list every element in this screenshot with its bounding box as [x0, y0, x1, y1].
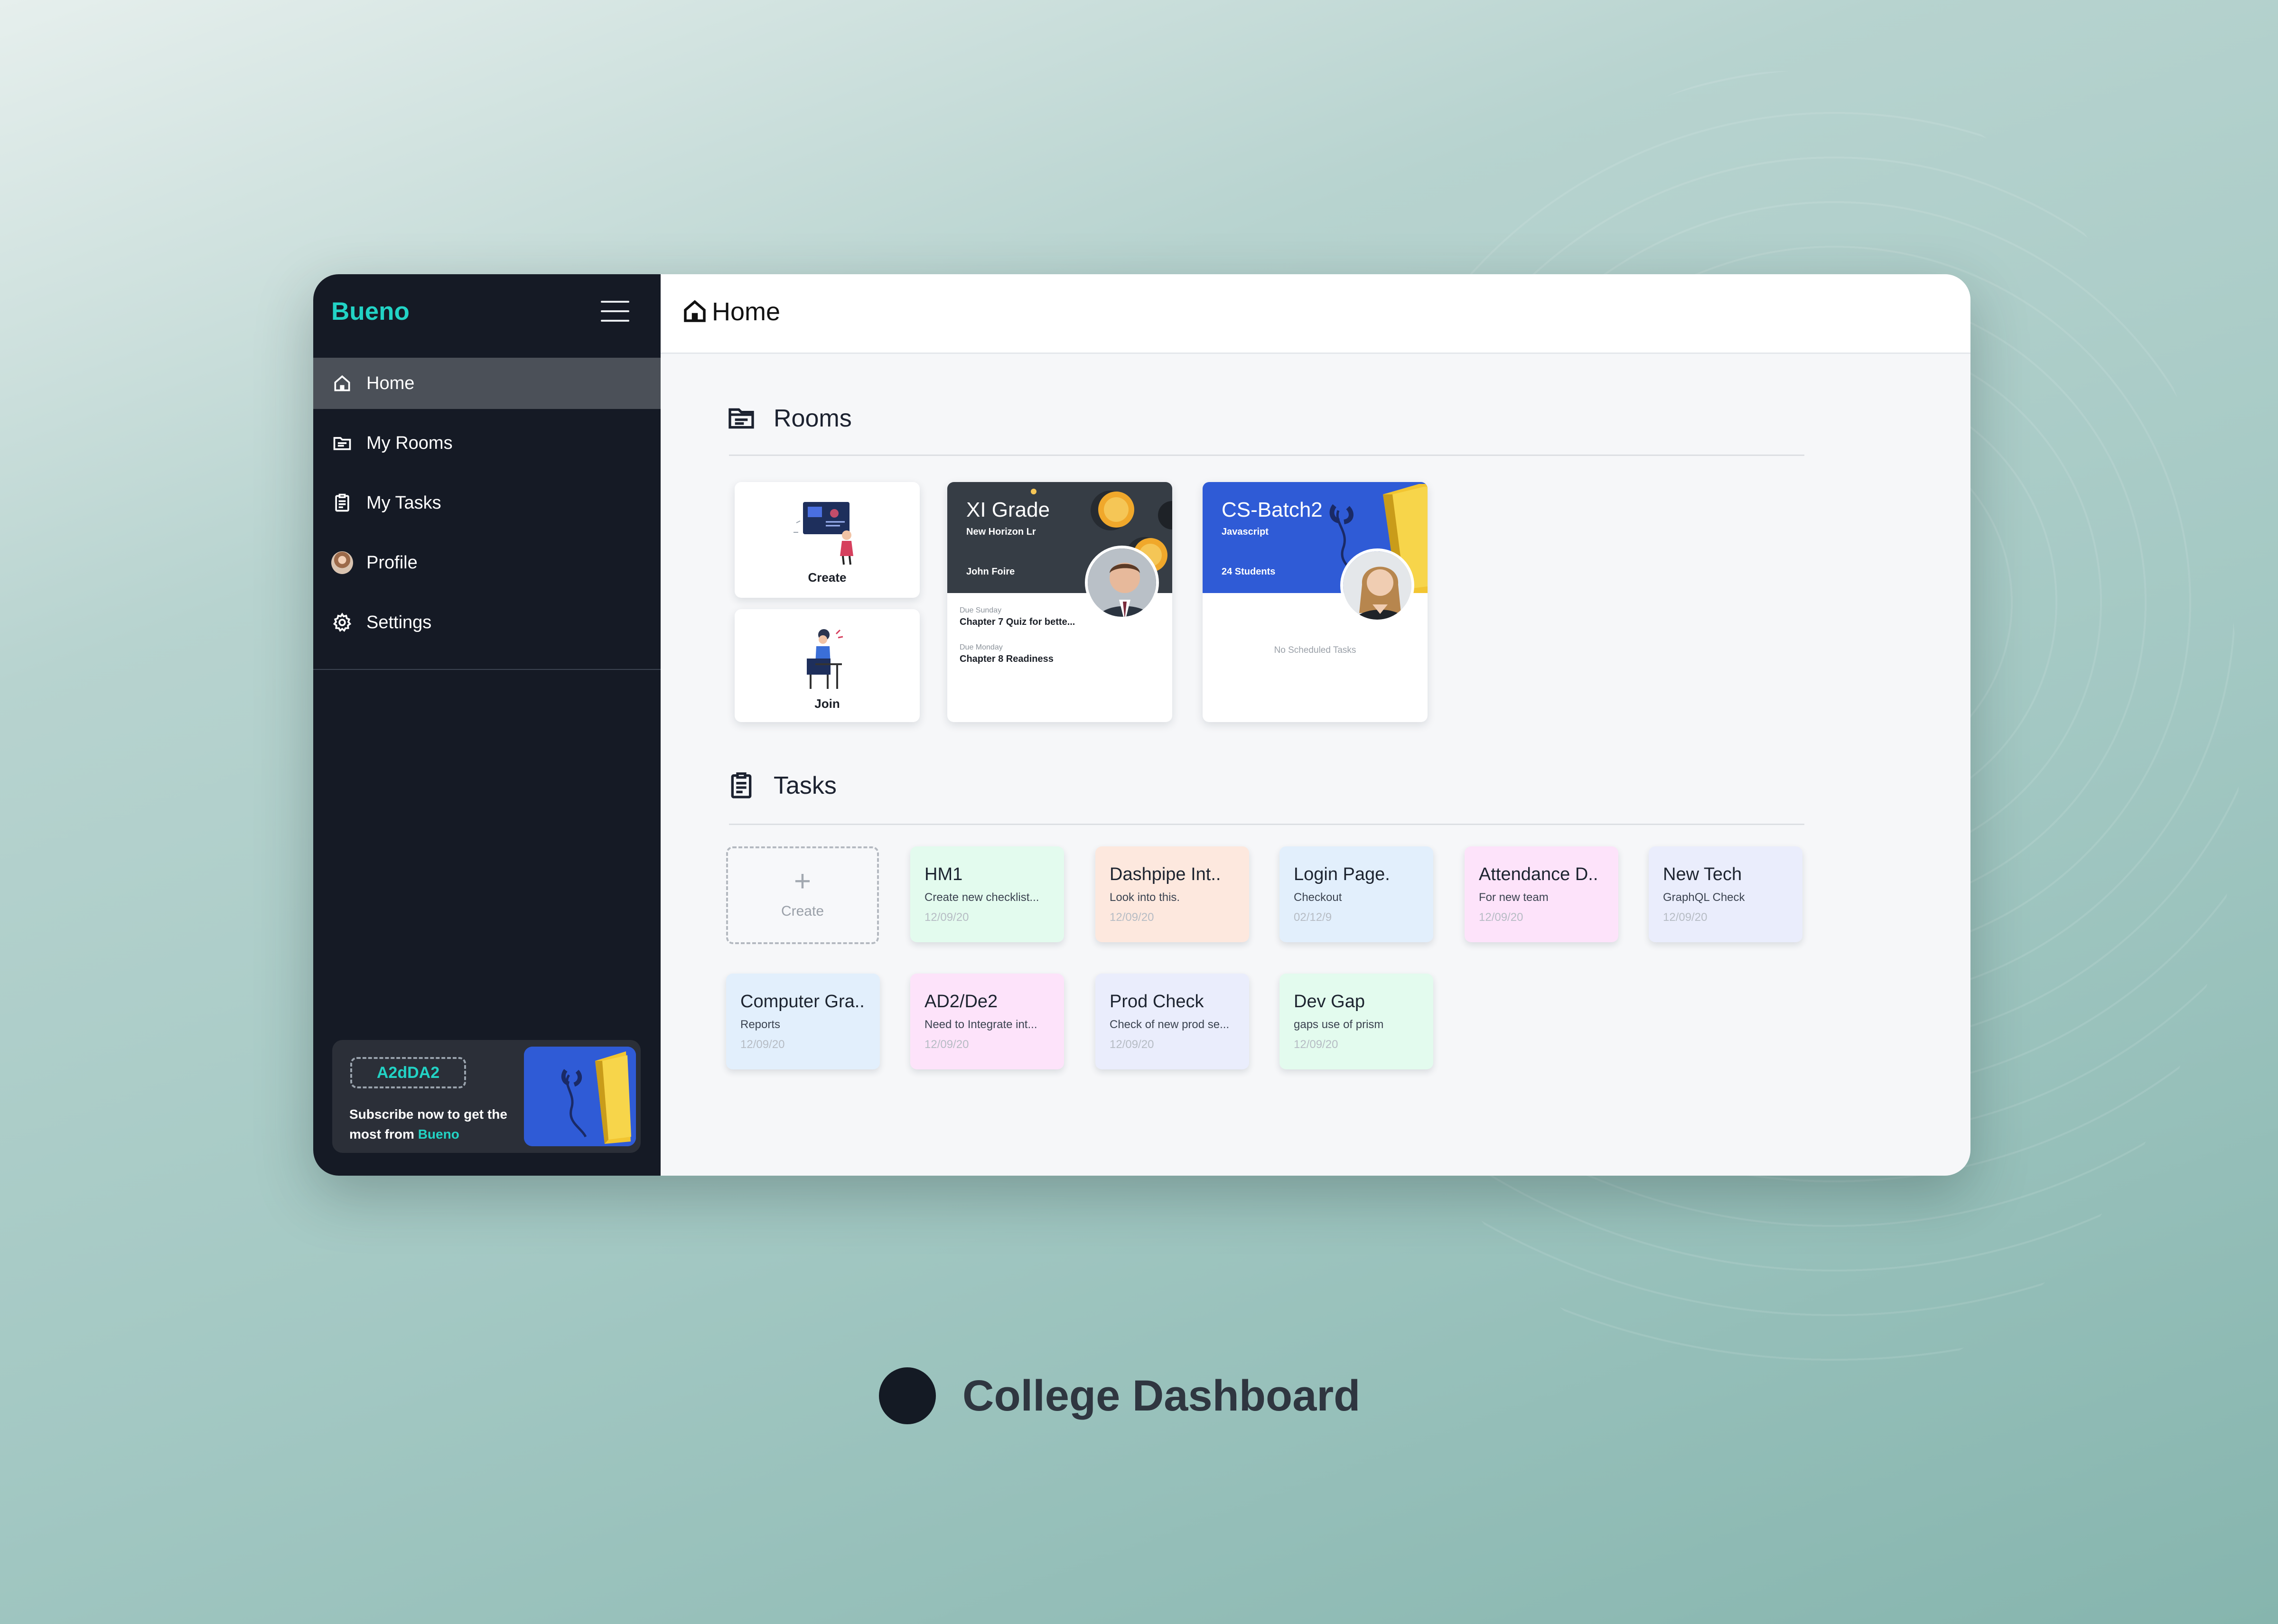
sidebar-item-label: Settings — [366, 612, 432, 632]
create-task-button[interactable]: + Create — [726, 846, 879, 944]
task-description: Reports — [740, 1018, 781, 1031]
task-title: Dashpipe Int.. — [1110, 864, 1221, 884]
join-illustration — [807, 629, 843, 689]
brand-logo[interactable]: Bueno — [331, 297, 410, 326]
teacher-avatar — [1340, 548, 1414, 622]
task-description: Check of new prod se... — [1110, 1018, 1230, 1031]
teacher-avatar — [1085, 546, 1159, 620]
gear-icon — [331, 612, 353, 633]
task-card[interactable]: New Tech GraphQL Check 12/09/20 — [1649, 846, 1802, 942]
task-card[interactable]: Attendance D.. For new team 12/09/20 — [1465, 846, 1618, 942]
plus-icon: + — [794, 865, 812, 898]
task-card[interactable]: Dev Gap gaps use of prism 12/09/20 — [1279, 974, 1433, 1069]
room-task-link[interactable]: Chapter 8 Readiness — [960, 654, 1054, 665]
task-card[interactable]: Dashpipe Int.. Look into this. 12/09/20 — [1095, 846, 1249, 942]
folder-icon — [728, 408, 754, 429]
task-title: New Tech — [1663, 864, 1742, 884]
task-title: Prod Check — [1110, 992, 1204, 1012]
profile-avatar — [331, 551, 353, 574]
task-date: 02/12/9 — [1294, 911, 1332, 924]
task-description: GraphQL Check — [1663, 891, 1745, 904]
task-card[interactable]: AD2/De2 Need to Integrate int... 12/09/2… — [910, 974, 1064, 1069]
promo-illustration — [524, 1047, 636, 1146]
join-room-label: Join — [814, 696, 840, 711]
room-teacher: John Foire — [966, 566, 1015, 577]
task-title: AD2/De2 — [924, 992, 998, 1012]
sidebar-item-my-tasks[interactable]: My Tasks — [313, 477, 661, 529]
task-description: Look into this. — [1110, 891, 1180, 904]
sidebar-item-label: Profile — [366, 552, 418, 573]
promo-text: Subscribe now to get the most from Bueno — [349, 1107, 507, 1141]
room-card-xi-grade[interactable]: XI Grade New Horizon Lr John Foire Due S… — [947, 482, 1172, 722]
task-date: 12/09/20 — [740, 1038, 785, 1051]
task-date: 12/09/20 — [924, 1038, 969, 1051]
sidebar-item-settings[interactable]: Settings — [313, 597, 661, 648]
task-description: gaps use of prism — [1294, 1018, 1384, 1031]
clipboard-icon — [731, 772, 752, 798]
room-student-count: 24 Students — [1222, 566, 1276, 577]
rooms-divider — [729, 455, 1804, 456]
room-card-cs-batch2[interactable]: CS-Batch2 Javascript 24 Students No Sche… — [1203, 482, 1428, 722]
caption-text: College Dashboard — [962, 1371, 1361, 1420]
task-card[interactable]: Prod Check Check of new prod se... 12/09… — [1095, 974, 1249, 1069]
task-description: Create new checklist... — [924, 891, 1039, 904]
sidebar-item-my-rooms[interactable]: My Rooms — [313, 418, 661, 469]
subscribe-promo-card[interactable]: A2dDA2 Subscribe now to get the most fro… — [332, 1040, 641, 1153]
room-title: XI Grade — [966, 498, 1050, 521]
task-description: Need to Integrate int... — [924, 1018, 1037, 1031]
no-tasks-note: No Scheduled Tasks — [1274, 645, 1356, 655]
task-card[interactable]: HM1 Create new checklist... 12/09/20 — [910, 846, 1064, 942]
sidebar-divider — [313, 669, 661, 670]
task-description: Checkout — [1294, 891, 1342, 904]
task-card[interactable]: Login Page. Checkout 02/12/9 — [1279, 846, 1433, 942]
sidebar: Bueno Home My Rooms My Tasks Profile Set… — [313, 274, 661, 1176]
task-title: HM1 — [924, 864, 963, 884]
create-task-label: Create — [781, 903, 824, 919]
task-due-label: Due Sunday — [960, 606, 1002, 614]
caption-dot — [879, 1367, 936, 1424]
join-room-tile[interactable]: Join — [735, 609, 920, 722]
task-title: Attendance D.. — [1479, 864, 1598, 884]
task-date: 12/09/20 — [924, 911, 969, 924]
home-icon — [684, 300, 706, 322]
sidebar-item-home[interactable]: Home — [313, 358, 661, 409]
folder-icon — [331, 432, 353, 454]
task-date: 12/09/20 — [1479, 911, 1523, 924]
task-description: For new team — [1479, 891, 1549, 904]
task-card[interactable]: Computer Gra.. Reports 12/09/20 — [726, 974, 880, 1069]
sidebar-item-label: My Rooms — [366, 433, 453, 453]
create-illustration — [794, 502, 853, 565]
task-title: Login Page. — [1294, 864, 1390, 884]
task-date: 12/09/20 — [1663, 911, 1708, 924]
promo-code-badge[interactable]: A2dDA2 — [350, 1057, 466, 1088]
home-icon — [331, 372, 353, 394]
task-title: Dev Gap — [1294, 992, 1365, 1012]
sidebar-item-label: Home — [366, 373, 415, 393]
task-date: 12/09/20 — [1294, 1038, 1338, 1051]
hamburger-menu-icon[interactable] — [598, 293, 633, 326]
room-task-link[interactable]: Chapter 7 Quiz for bette... — [960, 617, 1075, 628]
task-date: 12/09/20 — [1110, 1038, 1154, 1051]
sidebar-item-label: My Tasks — [366, 492, 441, 513]
page-caption: College Dashboard — [879, 1367, 1360, 1424]
task-title: Computer Gra.. — [740, 992, 865, 1012]
tasks-divider — [729, 824, 1804, 825]
app-window: Bueno Home My Rooms My Tasks Profile Set… — [313, 274, 1970, 1176]
page-title: Home — [712, 297, 781, 326]
create-room-tile[interactable]: Create — [735, 482, 920, 598]
task-due-label: Due Monday — [960, 643, 1003, 651]
room-subtitle: New Horizon Lr — [966, 527, 1036, 537]
rooms-heading: Rooms — [726, 403, 852, 434]
tasks-heading: Tasks — [726, 770, 837, 801]
room-title: CS-Batch2 — [1222, 498, 1323, 521]
create-room-label: Create — [808, 570, 847, 585]
room-subtitle: Javascript — [1222, 527, 1269, 537]
top-bar: Home — [661, 274, 1970, 354]
task-date: 12/09/20 — [1110, 911, 1154, 924]
sidebar-item-profile[interactable]: Profile — [313, 537, 661, 588]
clipboard-icon — [331, 492, 353, 514]
